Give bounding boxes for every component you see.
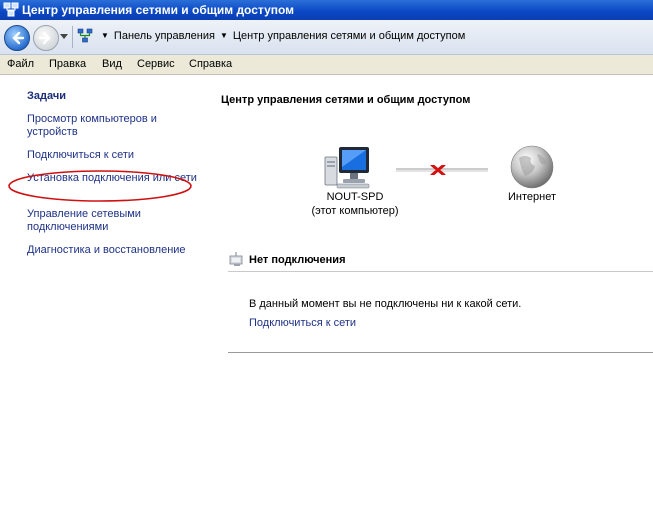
history-dropdown-icon[interactable] <box>60 34 68 40</box>
breadcrumb-network-center[interactable]: Центр управления сетями и общим доступом <box>233 30 465 42</box>
highlight-ellipse <box>8 170 192 202</box>
forward-arrow-icon <box>38 31 51 45</box>
status-message: В данный момент вы не подключены ни к ка… <box>249 298 522 310</box>
forward-button[interactable] <box>33 25 59 51</box>
computer-name: NOUT-SPD <box>326 191 384 203</box>
network-icon <box>77 28 93 43</box>
divider <box>228 352 653 353</box>
status-title: Нет подключения <box>249 254 346 266</box>
task-connect-network[interactable]: Подключиться к сети <box>27 149 197 162</box>
navigation-bar: ▼ Панель управления ▼ Центр управления сетя… <box>0 20 653 55</box>
tasks-header: Задачи <box>27 90 66 102</box>
task-diagnose-repair[interactable]: Диагностика и восстановление <box>27 244 197 257</box>
menu-edit[interactable]: Правка <box>49 58 86 70</box>
network-status-icon <box>229 252 243 266</box>
connect-network-link[interactable]: Подключиться к сети <box>249 317 356 329</box>
task-view-computers[interactable]: Просмотр компьютеров и устройств <box>27 113 197 139</box>
toolbar-separator <box>72 26 73 48</box>
breadcrumb-arrow-icon[interactable]: ▼ <box>101 31 109 40</box>
broken-link-icon <box>396 165 488 175</box>
menu-view[interactable]: Вид <box>102 58 122 70</box>
network-center-icon <box>3 2 19 17</box>
divider <box>228 271 653 272</box>
breadcrumb-control-panel[interactable]: Панель управления <box>114 30 215 42</box>
menu-bar: Файл Правка Вид Сервис Справка <box>0 55 653 75</box>
menu-help[interactable]: Справка <box>189 58 232 70</box>
back-button[interactable] <box>4 25 30 51</box>
computer-icon[interactable] <box>323 145 373 189</box>
menu-tools[interactable]: Сервис <box>137 58 175 70</box>
internet-label: Интернет <box>508 191 556 203</box>
page-title: Центр управления сетями и общим доступом <box>221 94 471 106</box>
task-manage-connections[interactable]: Управление сетевыми подключениями <box>27 208 197 234</box>
window-title: Центр управления сетями и общим доступом <box>22 3 295 17</box>
title-bar: Центр управления сетями и общим доступом <box>0 0 653 20</box>
breadcrumb-arrow-icon[interactable]: ▼ <box>220 31 228 40</box>
breadcrumb: ▼ Панель управления ▼ Центр управления сетя… <box>98 30 465 42</box>
internet-globe-icon[interactable] <box>509 144 555 190</box>
menu-file[interactable]: Файл <box>7 58 34 70</box>
back-arrow-icon <box>12 31 25 45</box>
computer-subtitle: (этот компьютер) <box>311 205 399 217</box>
